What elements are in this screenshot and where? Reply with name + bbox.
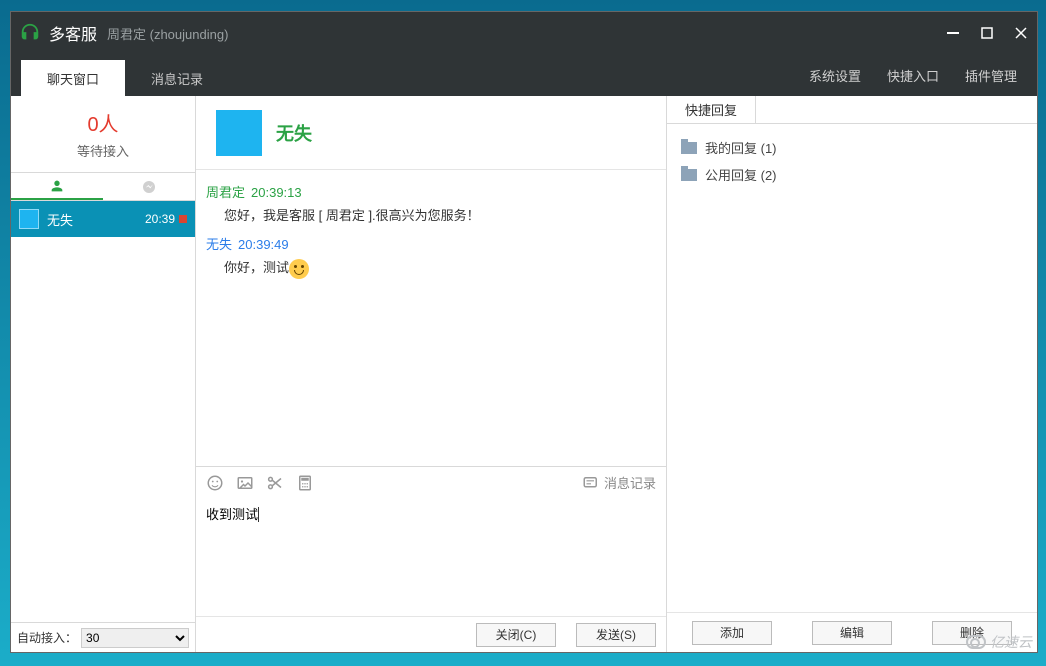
emoji-picker-icon[interactable] — [206, 474, 224, 492]
session-time: 20:39 — [145, 212, 175, 226]
quick-reply-tab[interactable]: 快捷回复 — [667, 96, 756, 123]
message-sender: 周君定 — [206, 185, 245, 200]
message-time: 20:39:13 — [251, 185, 302, 200]
history-link[interactable]: 消息记录 — [582, 473, 656, 492]
folder-public-replies[interactable]: 公用回复 (2) — [681, 161, 1023, 188]
message-text: 你好，测试 — [206, 253, 656, 279]
message-time: 20:39:49 — [238, 237, 289, 252]
history-icon — [582, 474, 600, 492]
app-title: 多客服 — [49, 21, 97, 45]
message-sender: 无失 — [206, 237, 232, 252]
scissors-icon[interactable] — [266, 474, 284, 492]
titlebar: 多客服 周君定 (zhoujunding) — [11, 12, 1037, 54]
message-input[interactable]: 收到测试 — [196, 498, 666, 616]
edit-button[interactable]: 编辑 — [812, 621, 892, 645]
close-button[interactable]: 关闭(C) — [476, 623, 556, 647]
headset-icon — [19, 22, 41, 44]
input-toolbar: 消息记录 — [196, 466, 666, 498]
session-name: 无失 — [47, 210, 73, 229]
chat-body: 周君定 20:39:13 您好，我是客服 [ 周君定 ].很高兴为您服务！ 无失 2… — [196, 170, 666, 466]
message-text: 您好，我是客服 [ 周君定 ].很高兴为您服务！ — [206, 201, 656, 224]
session-tab-messenger[interactable] — [103, 173, 195, 200]
menu-system-settings[interactable]: 系统设置 — [809, 66, 861, 85]
app-window: 多客服 周君定 (zhoujunding) 聊天窗口 消息记录 系统设置 快捷入… — [10, 11, 1038, 653]
waiting-count: 0人 — [11, 108, 195, 137]
image-icon[interactable] — [236, 474, 254, 492]
auto-accept-label: 自动接入： — [17, 629, 77, 646]
close-button[interactable] — [1013, 25, 1029, 41]
maximize-button[interactable] — [979, 25, 995, 41]
chat-message: 周君定 20:39:13 您好，我是客服 [ 周君定 ].很高兴为您服务！ — [206, 182, 656, 224]
add-button[interactable]: 添加 — [692, 621, 772, 645]
tab-message-log[interactable]: 消息记录 — [125, 60, 229, 96]
calculator-icon[interactable] — [296, 474, 314, 492]
unread-indicator-icon — [179, 215, 187, 223]
watermark: 亿速云 — [966, 632, 1032, 652]
session-tabs — [11, 173, 195, 201]
menu-plugin-management[interactable]: 插件管理 — [965, 66, 1017, 85]
tab-bar: 聊天窗口 消息记录 系统设置 快捷入口 插件管理 — [11, 54, 1037, 96]
contact-name: 无失 — [276, 120, 312, 146]
quick-reply-panel: 快捷回复 我的回复 (1) 公用回复 (2) 添加 编辑 删除 — [667, 96, 1037, 652]
chat-panel: 无失 周君定 20:39:13 您好，我是客服 [ 周君定 ].很高兴为您服务！ … — [196, 96, 667, 652]
auto-accept-bar: 自动接入： 30 — [11, 622, 195, 652]
folder-icon — [681, 142, 697, 154]
chat-bubble-icon — [141, 179, 157, 195]
cloud-icon — [966, 635, 986, 649]
waiting-area: 0人 等待接入 — [11, 96, 195, 173]
chat-header: 无失 — [196, 96, 666, 170]
folder-icon — [681, 169, 697, 181]
send-bar: 关闭(C) 发送(S) — [196, 616, 666, 652]
session-list: 无失 20:39 — [11, 201, 195, 622]
folder-my-replies[interactable]: 我的回复 (1) — [681, 134, 1023, 161]
person-icon — [49, 178, 65, 194]
contact-avatar-icon — [216, 110, 262, 156]
left-panel: 0人 等待接入 无失 20:39 自动接入： — [11, 96, 196, 652]
content-area: 0人 等待接入 无失 20:39 自动接入： — [11, 96, 1037, 652]
quick-reply-body: 我的回复 (1) 公用回复 (2) — [667, 124, 1037, 612]
menu-quick-entry[interactable]: 快捷入口 — [887, 66, 939, 85]
session-item[interactable]: 无失 20:39 — [11, 201, 195, 237]
session-tab-active[interactable] — [11, 173, 103, 200]
auto-accept-select[interactable]: 30 — [81, 628, 189, 648]
send-button[interactable]: 发送(S) — [576, 623, 656, 647]
minimize-button[interactable] — [945, 25, 961, 41]
app-subtitle: 周君定 (zhoujunding) — [107, 24, 228, 43]
avatar-icon — [19, 209, 39, 229]
quick-reply-header: 快捷回复 — [667, 96, 1037, 124]
tab-chat-window[interactable]: 聊天窗口 — [21, 60, 125, 96]
waiting-label: 等待接入 — [11, 141, 195, 160]
chat-message: 无失 20:39:49 你好，测试 — [206, 234, 656, 279]
smile-emoji-icon — [289, 259, 309, 279]
